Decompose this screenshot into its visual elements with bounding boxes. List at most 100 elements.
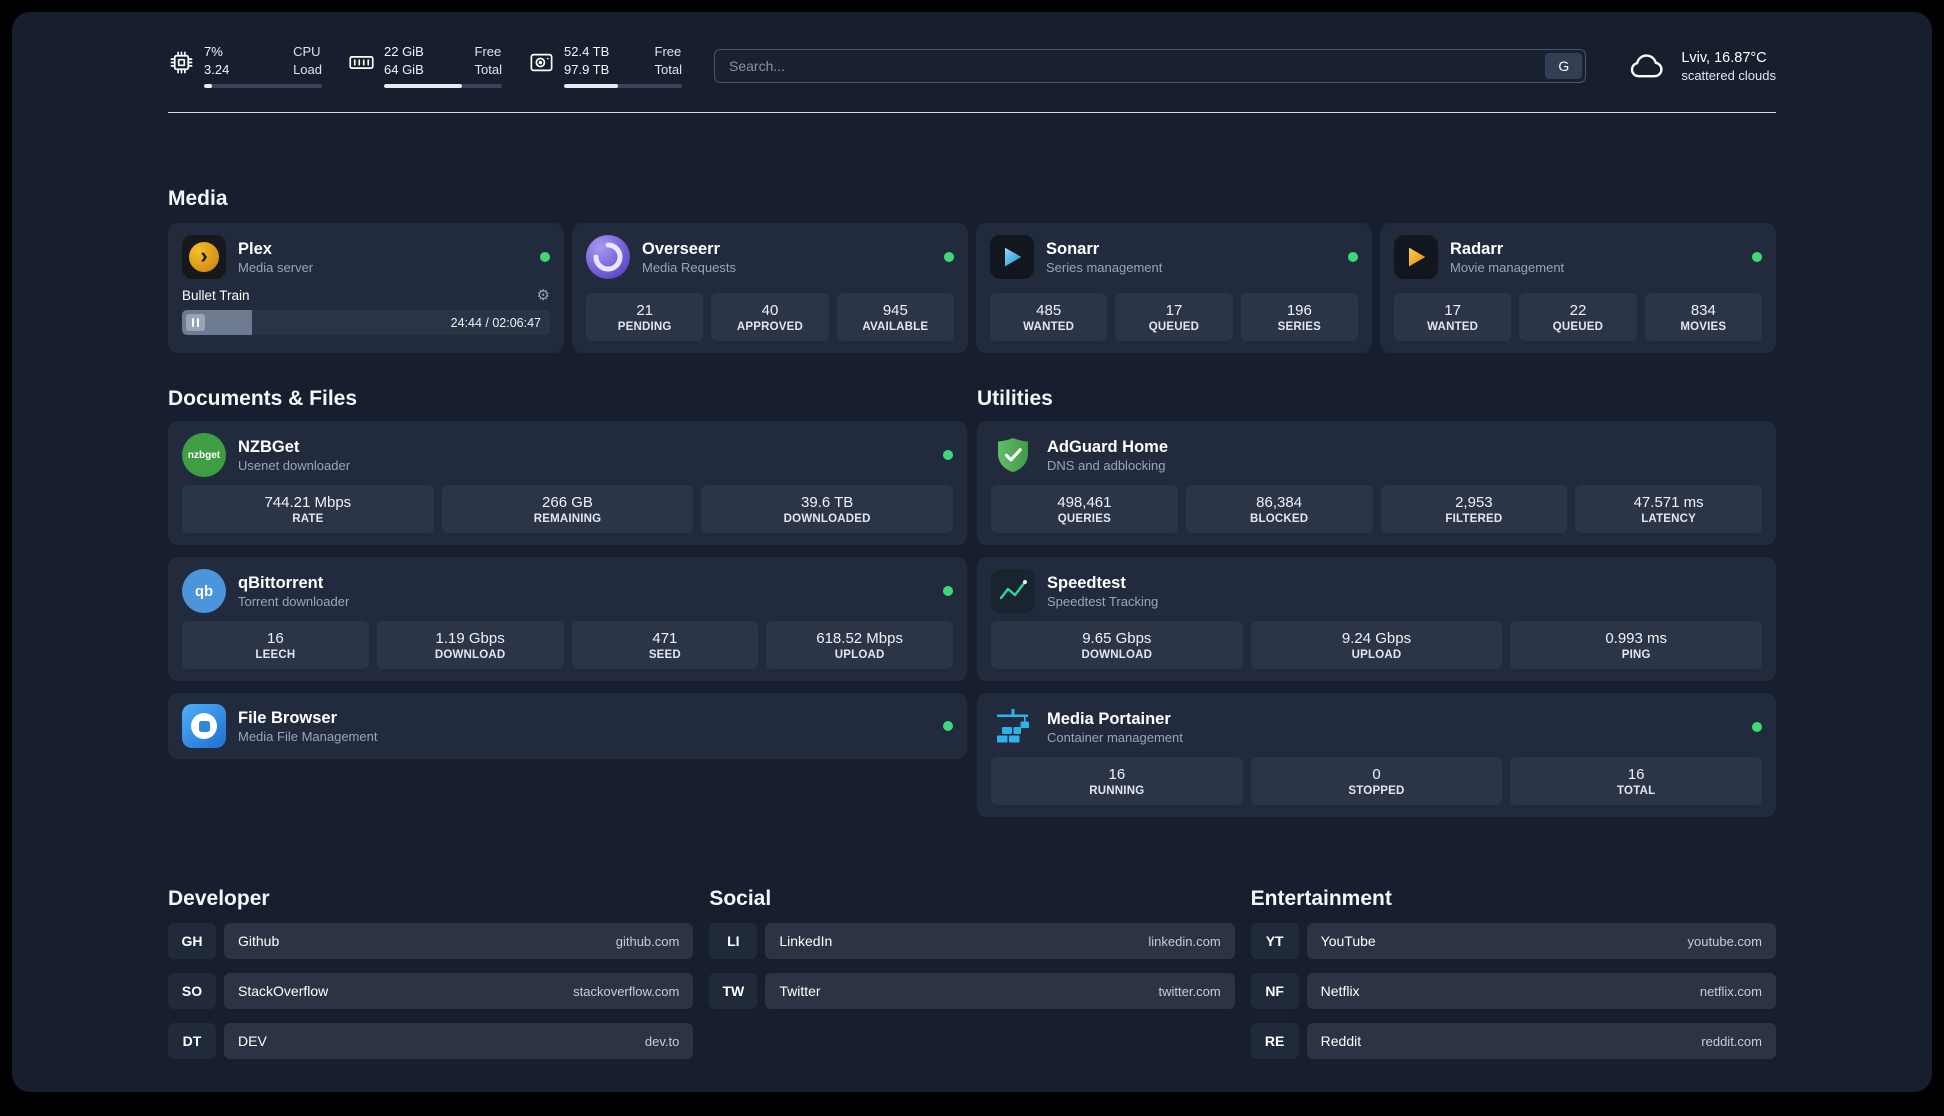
playback-progress-bar[interactable]: 24:44 / 02:06:47: [182, 310, 550, 336]
stat-tile: 17 WANTED: [1394, 293, 1512, 342]
cpu-usage-fill: [204, 83, 213, 89]
link-github[interactable]: GH Github github.com: [168, 923, 694, 960]
app-name: AdGuard Home: [1047, 437, 1169, 456]
documents-column: Documents & Files nzbget NZBGet Usenet d…: [168, 387, 967, 760]
section-title-documents: Documents & Files: [168, 387, 358, 411]
card-nzbget[interactable]: nzbget NZBGet Usenet downloader 744.21 M…: [168, 421, 967, 546]
link-twitter[interactable]: TW Twitter twitter.com: [709, 973, 1235, 1010]
app-subtitle: Container management: [1047, 729, 1183, 745]
card-portainer[interactable]: Media Portainer Container management 16 …: [977, 693, 1776, 818]
system-stats: 7% CPU 3.24 Load 22 GiB Free 64 GiB Tota…: [168, 44, 682, 89]
stat-tile: 16 LEECH: [182, 621, 369, 670]
ram-usage-fill: [384, 83, 462, 89]
cloud-icon: [1626, 49, 1668, 83]
search-engine-button[interactable]: G: [1545, 53, 1583, 80]
card-speedtest[interactable]: Speedtest Speedtest Tracking 9.65 Gbps D…: [977, 557, 1776, 682]
status-dot: [1752, 252, 1762, 263]
link-linkedin[interactable]: LI LinkedIn linkedin.com: [709, 923, 1235, 960]
cpu-icon: [168, 49, 195, 76]
stat-tile: 16 TOTAL: [1510, 757, 1762, 806]
app-subtitle: Speedtest Tracking: [1047, 593, 1159, 609]
link-url: github.com: [615, 933, 680, 949]
memory-icon: [348, 49, 375, 76]
search-bar: G: [714, 49, 1587, 84]
link-url: reddit.com: [1701, 1033, 1762, 1049]
link-reddit[interactable]: RE Reddit reddit.com: [1250, 1023, 1776, 1060]
app-subtitle: DNS and adblocking: [1047, 457, 1166, 473]
stat-tile: 945 AVAILABLE: [836, 293, 954, 342]
filebrowser-icon: [182, 704, 226, 749]
link-url: twitter.com: [1158, 983, 1221, 999]
section-title-developer: Developer: [168, 887, 270, 911]
link-url: dev.to: [644, 1033, 680, 1049]
link-youtube[interactable]: YT YouTube youtube.com: [1250, 923, 1776, 960]
stat-tile: 40 APPROVED: [711, 293, 829, 342]
card-adguard[interactable]: AdGuard Home DNS and adblocking 498,461 …: [977, 421, 1776, 546]
card-filebrowser[interactable]: File Browser Media File Management: [168, 693, 967, 760]
stat-tile: 17 QUEUED: [1115, 293, 1233, 342]
card-overseerr[interactable]: Overseerr Media Requests 21 PENDING 40 A…: [572, 223, 968, 354]
stat-tile: 2,953 FILTERED: [1380, 485, 1568, 534]
cpu-percent: 7%: [204, 44, 223, 59]
search-input[interactable]: [714, 49, 1587, 84]
weather-location: Lviv, 16.87°C: [1681, 49, 1767, 66]
link-name: Netflix: [1320, 983, 1360, 1000]
cpu-usage-bar: [204, 83, 322, 89]
app-name: Speedtest: [1047, 573, 1126, 592]
cpu-label-top: CPU: [293, 44, 321, 59]
link-name: Github: [238, 933, 280, 950]
stat-tile: 16 RUNNING: [991, 757, 1243, 806]
disk-total: 97.9 TB: [564, 61, 610, 77]
link-abbr: TW: [709, 973, 758, 1010]
utilities-column: Utilities AdGuard Home DNS and adblockin…: [977, 387, 1776, 818]
stat-tile: 39.6 TB DOWNLOADED: [701, 485, 953, 534]
nzbget-icon: nzbget: [182, 433, 226, 478]
app-name: Overseerr: [642, 239, 720, 258]
stat-tile: 0 STOPPED: [1250, 757, 1503, 806]
app-subtitle: Series management: [1046, 259, 1163, 275]
link-url: stackoverflow.com: [573, 983, 680, 999]
cpu-label-bottom: Load: [293, 61, 322, 77]
section-title-entertainment: Entertainment: [1250, 887, 1392, 911]
speedtest-graph-icon: [991, 569, 1035, 614]
ram-widget: 22 GiB Free 64 GiB Total: [348, 44, 502, 89]
card-sonarr[interactable]: Sonarr Series management 485 WANTED 17 Q…: [976, 223, 1372, 354]
link-abbr: RE: [1250, 1023, 1299, 1060]
playback-time: 24:44 / 02:06:47: [450, 315, 541, 330]
card-qbittorrent[interactable]: qb qBittorrent Torrent downloader 16 LEE…: [168, 557, 967, 682]
link-stackoverflow[interactable]: SO StackOverflow stackoverflow.com: [168, 973, 694, 1010]
link-name: Twitter: [779, 983, 821, 1000]
card-radarr[interactable]: Radarr Movie management 17 WANTED 22 QUE…: [1380, 223, 1776, 354]
weather-widget[interactable]: Lviv, 16.87°C scattered clouds: [1626, 49, 1776, 83]
section-title-social: Social: [709, 887, 772, 911]
gear-icon[interactable]: ⚙: [537, 288, 550, 303]
ram-free: 22 GiB: [384, 44, 424, 59]
media-card-grid: › Plex Media server Bullet Train ⚙ 24:44…: [168, 223, 1776, 354]
link-url: netflix.com: [1699, 983, 1762, 999]
disk-usage-fill: [564, 83, 619, 89]
link-name: StackOverflow: [238, 983, 329, 1000]
overseerr-icon: [586, 235, 630, 280]
status-dot: [943, 721, 953, 732]
link-abbr: NF: [1250, 973, 1299, 1010]
link-url: youtube.com: [1687, 933, 1762, 949]
stat-tile: 618.52 Mbps UPLOAD: [766, 621, 953, 670]
stat-tile: 471 SEED: [571, 621, 759, 670]
link-url: linkedin.com: [1148, 933, 1221, 949]
link-netflix[interactable]: NF Netflix netflix.com: [1250, 973, 1776, 1010]
portainer-crane-icon: [991, 705, 1035, 749]
adguard-shield-icon: [991, 433, 1035, 477]
card-plex[interactable]: › Plex Media server Bullet Train ⚙ 24:44…: [168, 223, 564, 354]
status-dot: [1348, 252, 1358, 263]
link-dev[interactable]: DT DEV dev.to: [168, 1023, 694, 1060]
stat-tile: 1.19 Gbps DOWNLOAD: [376, 621, 564, 670]
link-abbr: YT: [1250, 923, 1299, 960]
stat-tile: 744.21 Mbps RATE: [182, 485, 434, 534]
disk-usage-bar: [564, 83, 682, 89]
stat-tile: 22 QUEUED: [1519, 293, 1637, 342]
stat-tile: 21 PENDING: [586, 293, 704, 342]
status-dot: [943, 586, 953, 597]
stat-tile: 0.993 ms PING: [1510, 621, 1762, 670]
hard-disk-icon: [528, 49, 555, 76]
pause-icon[interactable]: [186, 314, 205, 332]
